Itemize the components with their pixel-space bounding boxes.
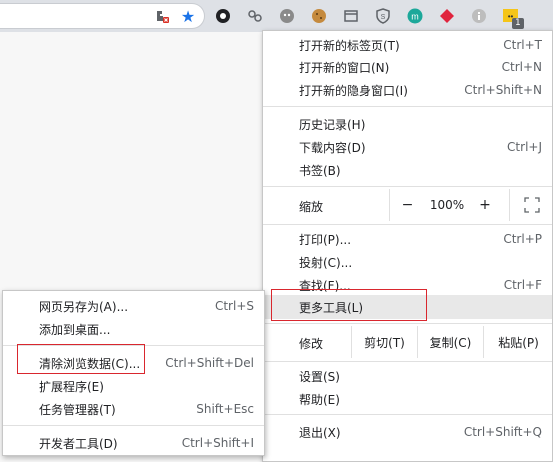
menu-item-downloads[interactable]: 下载内容(D) Ctrl+J <box>263 136 552 158</box>
paste-button[interactable]: 粘贴(P) <box>483 326 553 358</box>
extension-window-icon[interactable] <box>341 6 361 26</box>
menu-item-settings[interactable]: 设置(S) <box>263 365 552 387</box>
menu-separator <box>263 414 552 415</box>
edit-label: 修改 <box>299 337 324 351</box>
zoom-label: 缩放 <box>299 200 324 214</box>
zoom-row: 缩放 − 100% + <box>263 189 552 221</box>
chrome-main-menu: 打开新的标签页(T) Ctrl+T 打开新的窗口(N) Ctrl+N 打开新的隐… <box>262 30 553 462</box>
cut-button[interactable]: 剪切(T) <box>351 326 417 358</box>
menu-separator <box>263 186 552 187</box>
highlight-box-more-tools <box>271 289 427 321</box>
extension-gear-icon[interactable] <box>213 6 233 26</box>
submenu-item-developer-tools[interactable]: 开发者工具(D) Ctrl+Shift+I <box>3 432 264 454</box>
svg-text:S: S <box>381 14 386 21</box>
extension-count-badge: 1 <box>512 18 524 29</box>
submenu-item-save-page[interactable]: 网页另存为(A)... Ctrl+S <box>3 295 264 317</box>
menu-item-new-tab[interactable]: 打开新的标签页(T) Ctrl+T <box>263 34 552 56</box>
menu-item-new-window[interactable]: 打开新的窗口(N) Ctrl+N <box>263 56 552 78</box>
menu-separator <box>3 425 264 426</box>
fullscreen-button[interactable] <box>509 189 553 221</box>
address-bar[interactable]: ★ <box>0 3 205 29</box>
menu-separator <box>263 106 552 107</box>
menu-item-bookmarks[interactable]: 书签(B) <box>263 159 552 181</box>
extension-shield-icon[interactable]: S <box>373 6 393 26</box>
menu-item-help[interactable]: 帮助(E) <box>263 388 552 410</box>
menu-item-history[interactable]: 历史记录(H) <box>263 113 552 135</box>
bookmark-star-icon[interactable]: ★ <box>178 6 198 26</box>
menu-separator <box>263 224 552 225</box>
extension-mascot-icon[interactable] <box>277 6 297 26</box>
zoom-in-button[interactable]: + <box>469 189 501 221</box>
zoom-level: 100% <box>429 198 465 212</box>
copy-button[interactable]: 复制(C) <box>417 326 483 358</box>
submenu-item-task-manager[interactable]: 任务管理器(T) Shift+Esc <box>3 398 264 420</box>
submenu-item-add-to-desktop[interactable]: 添加到桌面... <box>3 318 264 340</box>
menu-item-new-incognito[interactable]: 打开新的隐身窗口(I) Ctrl+Shift+N <box>263 79 552 101</box>
edit-row: 修改 剪切(T) 复制(C) 粘贴(P) <box>263 326 552 358</box>
blocked-plugin-icon[interactable] <box>152 6 172 26</box>
extension-cookie-icon[interactable] <box>309 6 329 26</box>
extension-link-icon[interactable] <box>245 6 265 26</box>
menu-separator <box>263 323 552 324</box>
menu-item-exit[interactable]: 退出(X) Ctrl+Shift+Q <box>263 421 552 443</box>
menu-item-print[interactable]: 打印(P)... Ctrl+P <box>263 228 552 250</box>
highlight-box-clear-data <box>17 344 145 374</box>
svg-text:m: m <box>411 12 419 22</box>
extension-m-icon[interactable]: m <box>405 6 425 26</box>
menu-separator <box>263 361 552 362</box>
fullscreen-icon <box>523 197 540 213</box>
submenu-item-extensions[interactable]: 扩展程序(E) <box>3 375 264 397</box>
menu-item-cast[interactable]: 投射(C)... <box>263 251 552 273</box>
extension-info-icon[interactable] <box>469 6 489 26</box>
extension-red-icon[interactable] <box>437 6 457 26</box>
browser-toolbar: ★ S m •• 1 <box>0 0 553 32</box>
zoom-out-button[interactable]: − <box>389 189 425 221</box>
